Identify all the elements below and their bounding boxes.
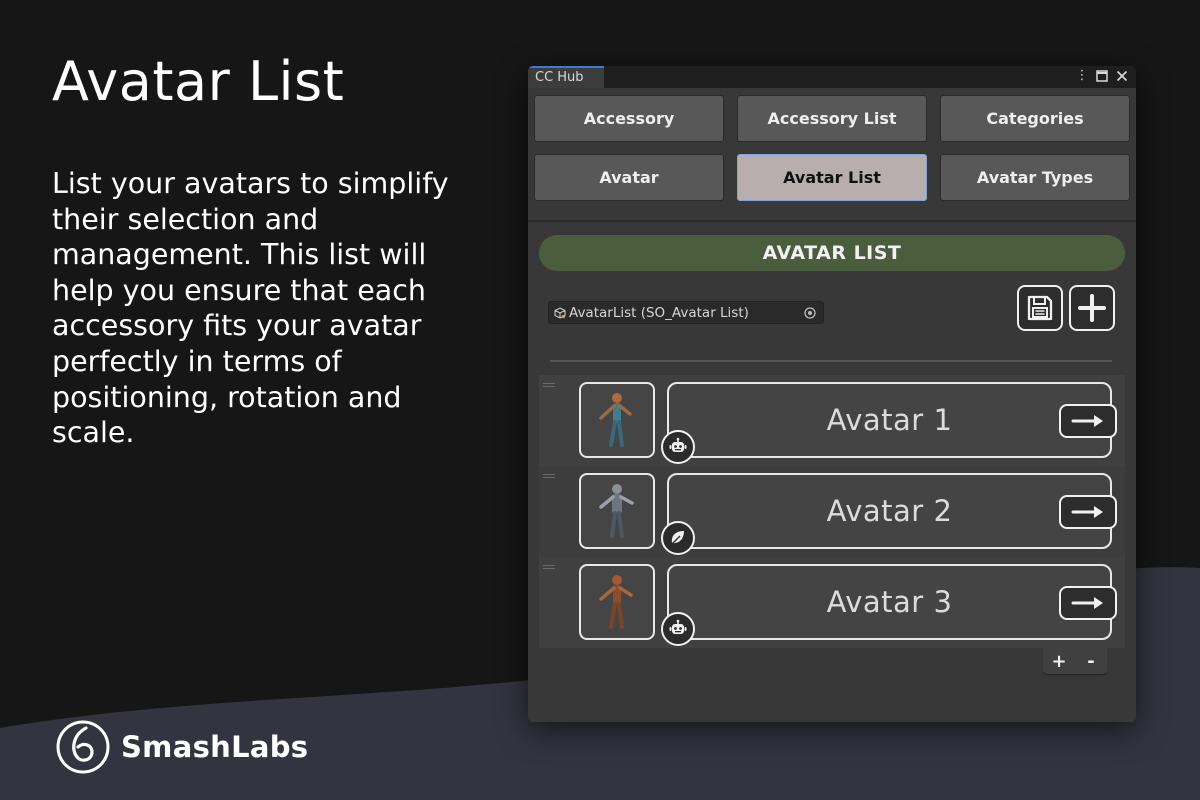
avatar-list-object-field[interactable]: AvatarList (SO_Avatar List) — [548, 301, 824, 324]
window-titlebar: CC Hub ⋮ — [528, 66, 1136, 88]
divider — [550, 360, 1112, 362]
list-item: Avatar 2 — [539, 466, 1125, 557]
avatar-thumbnail — [579, 382, 655, 458]
nav-button-avatar-types[interactable]: Avatar Types — [940, 154, 1130, 201]
kebab-menu-icon[interactable]: ⋮ — [1074, 68, 1090, 84]
avatar-type-badge[interactable] — [661, 521, 695, 555]
arrow-right-icon — [1071, 597, 1103, 609]
drag-handle[interactable] — [543, 474, 555, 479]
avatar-thumbnail — [579, 564, 655, 640]
arrow-right-icon — [1071, 506, 1103, 518]
avatar-figure-icon — [599, 393, 632, 447]
avatar-type-badge[interactable] — [661, 612, 695, 646]
list-item: Avatar 3 — [539, 557, 1125, 648]
plus-icon — [1078, 294, 1106, 322]
page-title: Avatar List — [52, 50, 345, 113]
avatar-thumbnail — [579, 473, 655, 549]
leaf-icon — [671, 531, 684, 545]
add-avatar-button[interactable] — [1069, 285, 1115, 331]
nav-button-grid: Accessory Accessory List Categories Avat… — [534, 95, 1130, 201]
close-icon[interactable] — [1114, 68, 1130, 84]
avatar-name-field[interactable]: Avatar 1 — [667, 382, 1112, 458]
open-avatar-button[interactable] — [1059, 404, 1117, 438]
brand-name: SmashLabs — [121, 730, 309, 764]
tab-cc-hub[interactable]: CC Hub — [528, 66, 604, 88]
remove-item-button[interactable]: - — [1079, 651, 1103, 672]
drag-handle[interactable] — [543, 383, 555, 388]
list-footer: + - — [1043, 648, 1107, 674]
avatar-name: Avatar 3 — [826, 585, 953, 619]
nav-button-avatar-list[interactable]: Avatar List — [737, 154, 927, 201]
list-item: Avatar 1 — [539, 375, 1125, 466]
scriptable-object-icon — [554, 306, 566, 319]
avatar-name-field[interactable]: Avatar 3 — [667, 564, 1112, 640]
arrow-right-icon — [1071, 415, 1103, 427]
object-field-value: AvatarList (SO_Avatar List) — [569, 304, 749, 321]
drag-handle[interactable] — [543, 565, 555, 570]
save-button[interactable] — [1017, 285, 1063, 331]
avatar-figure-icon — [599, 575, 633, 629]
maximize-icon[interactable] — [1094, 68, 1110, 84]
object-picker-icon[interactable] — [802, 305, 818, 321]
divider — [528, 220, 1136, 222]
nav-button-accessory[interactable]: Accessory — [534, 95, 724, 142]
avatar-name: Avatar 2 — [826, 494, 953, 528]
open-avatar-button[interactable] — [1059, 586, 1117, 620]
robot-icon — [669, 437, 687, 452]
section-header: AVATAR LIST — [539, 235, 1125, 271]
window-controls: ⋮ — [1074, 68, 1130, 84]
smashlabs-logo-icon — [56, 720, 110, 774]
robot-icon — [669, 619, 687, 634]
add-item-button[interactable]: + — [1047, 651, 1071, 672]
open-avatar-button[interactable] — [1059, 495, 1117, 529]
avatar-type-badge[interactable] — [661, 430, 695, 464]
avatar-figure-icon — [599, 484, 634, 538]
nav-button-categories[interactable]: Categories — [940, 95, 1130, 142]
avatar-list: Avatar 1 Avatar 2 Avatar 3 — [539, 375, 1125, 648]
save-icon — [1027, 295, 1053, 321]
cc-hub-window: CC Hub ⋮ Accessory Accessory List Catego… — [528, 66, 1136, 722]
nav-button-avatar[interactable]: Avatar — [534, 154, 724, 201]
brand: SmashLabs — [55, 719, 308, 775]
nav-button-accessory-list[interactable]: Accessory List — [737, 95, 927, 142]
avatar-name-field[interactable]: Avatar 2 — [667, 473, 1112, 549]
page-description: List your avatars to simplify their sele… — [52, 167, 449, 450]
avatar-name: Avatar 1 — [826, 403, 953, 437]
